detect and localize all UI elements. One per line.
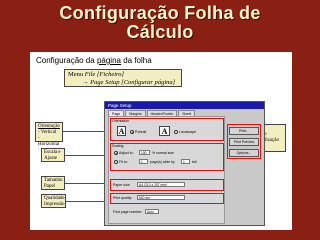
scaling-group [110,143,224,171]
portrait-icon: A [117,126,126,136]
connector-tamanho [65,183,107,184]
portrait-radio[interactable] [130,130,134,134]
menu-file: File [Ficheiro] [84,71,125,78]
dialog-title-bar: Page Setup [105,102,264,109]
heading-post: da folha [120,56,152,65]
landscape-icon: A [159,126,170,136]
landscape-label: Landscape [179,129,197,134]
panel-heading: Configuração da página da folha [36,56,152,65]
menu-path-box: Menu File [Ficheiro] → Page Setup [Confi… [64,69,182,87]
fit-wide-input[interactable]: 1 [139,159,148,164]
page-setup-dialog: Page Setup Page Margins Header/Footer Sh… [104,101,265,226]
paper-size-label: Paper size: [113,183,131,187]
fit-to-radio[interactable] [114,160,118,164]
connector-escala [65,155,107,156]
callout-orientacao-item: - Horizontal [38,136,60,147]
first-page-label: First page number: [113,210,143,214]
content-panel: Configuração da página da folha Menu Fil… [30,52,292,230]
fit-tall-label: tall [192,159,197,164]
callout-orientacao: Orientação - Vertical - Horizontal [35,122,63,147]
first-page-input[interactable]: Auto [145,209,159,214]
connector-qualidade [66,201,107,202]
adjust-suffix: % normal size [152,150,174,155]
callout-tamanho: Tamanho Papel [41,176,65,190]
dialog-body: Orientation A Portrait A Landscape Scali… [108,116,225,224]
fit-wide-label: page(s) wide by [150,159,175,164]
print-quality-select[interactable]: 600 dpi [137,195,185,200]
slide-title: Configuração Folha de Cálculo [0,4,320,42]
print-button[interactable]: Print... [229,127,259,135]
paper-size-select[interactable]: A4 (210 x 297 mm) [137,182,185,187]
adjust-to-label: Adjust to: [119,150,134,155]
portrait-label: Portrait [135,129,147,134]
print-quality-label: Print quality: [113,196,133,200]
fit-tall-input[interactable]: 1 [181,159,190,164]
connector-orientacao [63,131,107,132]
landscape-radio[interactable] [174,130,178,134]
scaling-label: Scaling [112,144,124,148]
callout-qualidade: Qualidade Impressão [41,194,66,208]
adjust-to-input[interactable]: 100 [139,150,150,155]
arrow-icon: → [82,79,89,86]
print-preview-button[interactable]: Print Preview [229,138,259,146]
heading-underlined: página [96,56,121,65]
callout-escala-line: Ajuste [44,156,58,161]
slide-title-line1: Configuração Folha de [59,3,261,23]
orientation-label: Orientation [112,119,130,123]
heading-pre: Configuração da [36,56,97,65]
callout-tamanho-line: Papel [44,184,56,189]
menu-page-setup: Page Setup [Configurar página] [90,79,176,86]
menu-prefix: Menu [68,71,85,78]
options-button[interactable]: Options... [229,149,259,157]
callout-escala: Escala e Ajuste [41,148,65,162]
fit-to-label: Fit to: [119,159,128,164]
adjust-to-radio[interactable] [114,151,118,155]
callout-qualidade-line: Impressão [44,202,65,207]
slide-title-line2: Cálculo [126,22,194,42]
